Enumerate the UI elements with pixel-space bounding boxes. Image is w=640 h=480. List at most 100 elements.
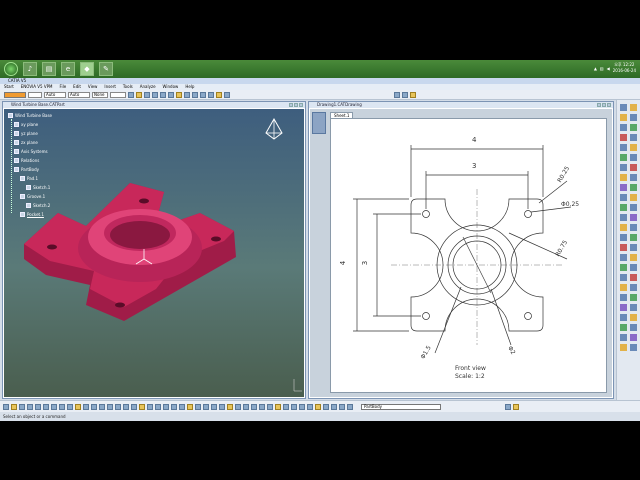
iso-view-icon[interactable] xyxy=(184,91,190,98)
pan-icon[interactable] xyxy=(99,403,105,410)
tree-item-axis-systems[interactable]: Axis Systems xyxy=(14,149,48,154)
plane-icon[interactable] xyxy=(323,403,329,410)
open-icon[interactable] xyxy=(11,403,17,410)
tree-item-root[interactable]: Wind Turbine Base xyxy=(8,113,52,118)
maximize-button[interactable] xyxy=(294,103,298,107)
zoom-out-icon[interactable] xyxy=(123,403,129,410)
catia-app-icon[interactable]: ◆ xyxy=(80,62,94,76)
drawing-window-title[interactable]: Drawing1.CATDrawing xyxy=(309,102,613,108)
shading-icon[interactable] xyxy=(147,403,153,410)
tree-item-sketch-2[interactable]: Sketch.2 xyxy=(26,203,50,208)
axis-system-icon[interactable] xyxy=(315,403,321,410)
chamfer-icon[interactable] xyxy=(235,403,241,410)
tree-item-groove[interactable]: Groove.1 xyxy=(20,194,45,199)
fillet-icon[interactable] xyxy=(227,403,233,410)
copy-icon[interactable] xyxy=(43,403,49,410)
line-type-select[interactable]: Auto xyxy=(44,91,66,98)
tree-item-pad[interactable]: Pad.1 xyxy=(20,176,38,181)
transparency-box[interactable] xyxy=(28,91,42,98)
media-icon[interactable]: ♪ xyxy=(23,62,37,76)
redo-icon[interactable] xyxy=(67,403,73,410)
view-scale[interactable]: Scale: 1:2 xyxy=(455,373,485,380)
drawing-tree-icon[interactable] xyxy=(312,112,326,134)
rib-icon[interactable] xyxy=(219,403,225,410)
measure-icon[interactable] xyxy=(216,91,222,98)
tree-item-pocket[interactable]: Pocket.1 xyxy=(20,212,44,217)
paste-icon[interactable] xyxy=(51,403,57,410)
line-icon[interactable] xyxy=(339,403,345,410)
tree-item-relations[interactable]: Relations xyxy=(14,158,39,163)
cut-icon[interactable] xyxy=(35,403,41,410)
body-select[interactable]: PartBody xyxy=(361,403,441,410)
line-weight-select[interactable]: Auto xyxy=(68,91,90,98)
undo-icon[interactable] xyxy=(59,403,65,410)
drawing-area[interactable]: Sheet.1 4 3 4 3 R0.25 Φ0.25 R0.75 Φ1.5 Φ… xyxy=(310,109,612,397)
part-window-title[interactable]: Wind Turbine Base.CATPart xyxy=(3,102,305,108)
body-icon[interactable] xyxy=(347,403,353,410)
pocket-icon[interactable] xyxy=(187,403,193,410)
pattern-icon[interactable] xyxy=(267,403,273,410)
zoom-in-icon[interactable] xyxy=(115,403,121,410)
start-orb-icon[interactable] xyxy=(4,62,18,76)
tray-arrow-icon[interactable]: ▲ xyxy=(594,66,597,71)
shaft-icon[interactable] xyxy=(195,403,201,410)
close-button[interactable] xyxy=(607,103,611,107)
format-painter-icon[interactable] xyxy=(128,91,134,98)
point-icon[interactable] xyxy=(331,403,337,410)
minimize-button[interactable] xyxy=(597,103,601,107)
paint-icon[interactable]: ✎ xyxy=(99,62,113,76)
explorer-icon[interactable]: ▤ xyxy=(42,62,56,76)
tree-item-yz-plane[interactable]: yz plane xyxy=(14,131,38,136)
layer-select[interactable]: None xyxy=(92,91,108,98)
dim-hole-spacing[interactable]: 3 xyxy=(472,162,476,170)
normal-view-icon[interactable] xyxy=(176,91,182,98)
shell-icon[interactable] xyxy=(251,403,257,410)
whats-this-icon[interactable] xyxy=(75,403,81,410)
update-icon[interactable] xyxy=(394,91,400,98)
zoom-icon[interactable] xyxy=(168,91,174,98)
pan-icon[interactable] xyxy=(152,91,158,98)
select-icon[interactable] xyxy=(136,91,142,98)
scaling-icon[interactable] xyxy=(275,403,281,410)
dress-up-icon[interactable] xyxy=(410,91,416,98)
tree-item-xy-plane[interactable]: xy plane xyxy=(14,122,38,127)
apply-material-icon[interactable] xyxy=(291,403,297,410)
hide-show-icon[interactable] xyxy=(200,91,206,98)
swap-icon[interactable] xyxy=(163,403,169,410)
knowledge-icon[interactable] xyxy=(513,403,519,410)
hole-icon[interactable] xyxy=(211,403,217,410)
minimize-button[interactable] xyxy=(289,103,293,107)
macro-icon[interactable] xyxy=(505,403,511,410)
constraint-icon[interactable] xyxy=(307,403,313,410)
print-icon[interactable] xyxy=(27,403,33,410)
mirror-icon[interactable] xyxy=(259,403,265,410)
clock[interactable]: 오후 12:22 2016-06-24 xyxy=(613,62,636,74)
network-icon[interactable]: ▥ xyxy=(600,66,604,71)
normal-view-icon[interactable] xyxy=(131,403,137,410)
shading-icon[interactable] xyxy=(192,91,198,98)
drawing-sheet[interactable]: 4 3 4 3 R0.25 Φ0.25 R0.75 Φ1.5 Φ2 Front … xyxy=(330,118,607,393)
tree-item-sketch-1[interactable]: Sketch.1 xyxy=(26,185,50,190)
close-button[interactable] xyxy=(299,103,303,107)
drawing-tool-icon[interactable] xyxy=(402,91,408,98)
catalog-icon[interactable] xyxy=(224,91,230,98)
maximize-button[interactable] xyxy=(602,103,606,107)
view-icon[interactable] xyxy=(144,91,150,98)
dim-hole-diameter[interactable]: Φ0.25 xyxy=(561,201,579,208)
new-icon[interactable] xyxy=(3,403,9,410)
rendering-select[interactable] xyxy=(110,91,126,98)
tool-icon-column-2[interactable] xyxy=(630,104,637,351)
ie-icon[interactable]: e xyxy=(61,62,75,76)
volume-icon[interactable]: ◀ xyxy=(607,66,610,71)
compass-icon[interactable] xyxy=(265,117,283,140)
fly-mode-icon[interactable] xyxy=(83,403,89,410)
tree-item-partbody[interactable]: PartBody xyxy=(14,167,39,172)
measure-icon[interactable] xyxy=(283,403,289,410)
3d-viewport[interactable]: Wind Turbine Base xy plane yz plane zx p… xyxy=(4,109,304,397)
dim-height-spacing[interactable]: 3 xyxy=(361,261,369,265)
rotate-icon[interactable] xyxy=(107,403,113,410)
tool-icon-column-1[interactable] xyxy=(620,104,627,351)
swap-space-icon[interactable] xyxy=(208,91,214,98)
dim-overall-width[interactable]: 4 xyxy=(472,136,476,144)
tree-item-zx-plane[interactable]: zx plane xyxy=(14,140,38,145)
